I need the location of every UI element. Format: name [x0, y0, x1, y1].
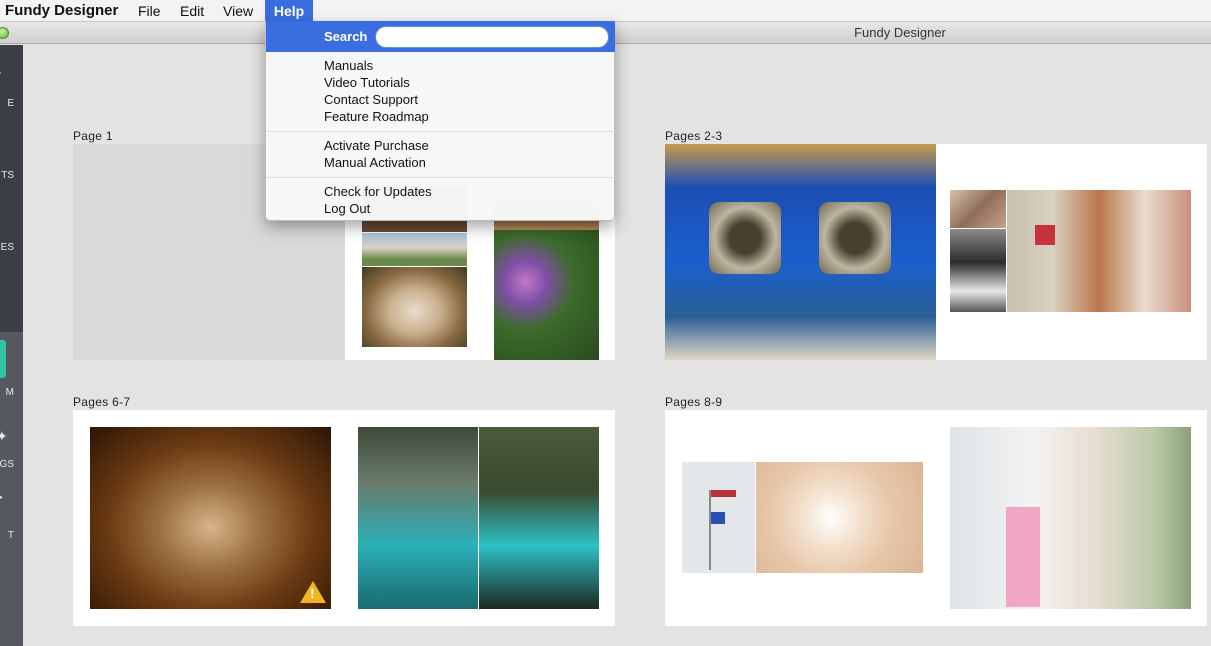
spread-pages-6-7[interactable]: !	[73, 410, 615, 626]
help-menu-dropdown: Search Manuals Video Tutorials Contact S…	[265, 21, 615, 221]
photo-thumbnail[interactable]	[950, 190, 1006, 228]
spread-label-pages-8-9: Pages 8-9	[665, 395, 723, 409]
menu-help[interactable]: Help	[265, 0, 313, 22]
gear-icon: ✦	[0, 428, 8, 444]
sidebar: ↑ E ) TS ] ES M ✦ GS ▸ T	[0, 45, 23, 646]
menu-item-check-for-updates[interactable]: Check for Updates	[324, 183, 432, 200]
spread-label-page-1: Page 1	[73, 129, 113, 143]
circle-icon: )	[0, 131, 6, 145]
sidebar-item-1[interactable]: E	[0, 98, 14, 109]
menu-item-manuals[interactable]: Manuals	[324, 57, 373, 74]
square-icon: ]	[0, 210, 6, 224]
sidebar-item-6[interactable]: T	[0, 530, 14, 541]
photo-thumbnail[interactable]	[950, 229, 1006, 312]
spread-pages-2-3[interactable]	[665, 144, 1207, 360]
photo-blue-shoes[interactable]	[665, 144, 936, 360]
menu-item-activate-purchase[interactable]: Activate Purchase	[324, 137, 429, 154]
photo-flag-pole[interactable]	[682, 462, 755, 573]
shoe-buckle-right	[819, 202, 891, 274]
flag	[711, 490, 736, 504]
menu-item-log-out[interactable]: Log Out	[324, 200, 370, 217]
photo-thumbnail[interactable]	[362, 233, 467, 266]
lamp-shade	[1035, 225, 1055, 245]
sidebar-item-4[interactable]: M	[0, 387, 14, 398]
menu-separator	[266, 131, 615, 132]
photo-groom-car-1[interactable]	[358, 427, 478, 609]
menu-edit[interactable]: Edit	[172, 0, 212, 22]
help-search-input[interactable]	[375, 26, 609, 48]
menu-item-video-tutorials[interactable]: Video Tutorials	[324, 74, 410, 91]
photo-groom-car-2[interactable]	[479, 427, 599, 609]
app-name-menu[interactable]: Fundy Designer	[0, 0, 126, 22]
menu-item-feature-roadmap[interactable]: Feature Roadmap	[324, 108, 429, 125]
menu-item-manual-activation[interactable]: Manual Activation	[324, 154, 426, 171]
spread-label-pages-2-3: Pages 2-3	[665, 129, 723, 143]
sidebar-active-indicator	[0, 340, 6, 378]
help-search-row: Search	[266, 21, 615, 52]
photo-thumbnail[interactable]	[362, 267, 467, 347]
menu-file[interactable]: File	[130, 0, 169, 22]
menu-separator	[266, 177, 615, 178]
sidebar-item-5[interactable]: GS	[0, 459, 14, 470]
menu-bar: Fundy Designer File Edit View Help	[0, 0, 1211, 22]
help-search-label: Search	[324, 29, 368, 44]
photo-ring-rose[interactable]	[756, 462, 923, 573]
photo-thumbnail[interactable]	[494, 230, 599, 360]
shoe-buckle-left	[709, 202, 781, 274]
upload-icon: ↑	[0, 67, 6, 81]
menu-view[interactable]: View	[215, 0, 261, 22]
sidebar-item-2[interactable]: TS	[0, 170, 14, 181]
photo-mother-doorway[interactable]	[950, 427, 1191, 609]
figure-pink	[1006, 507, 1040, 607]
sidebar-item-3[interactable]: ES	[0, 242, 14, 253]
spread-label-pages-6-7: Pages 6-7	[73, 395, 131, 409]
spread-pages-8-9[interactable]	[665, 410, 1207, 626]
menu-item-contact-support[interactable]: Contact Support	[324, 91, 418, 108]
arrow-icon: ▸	[0, 489, 6, 503]
photo-champagne-cork[interactable]: !	[90, 427, 331, 609]
flag-small	[711, 512, 725, 524]
warning-icon-mark: !	[310, 585, 315, 601]
photo-woman-on-bed[interactable]	[1007, 190, 1191, 312]
